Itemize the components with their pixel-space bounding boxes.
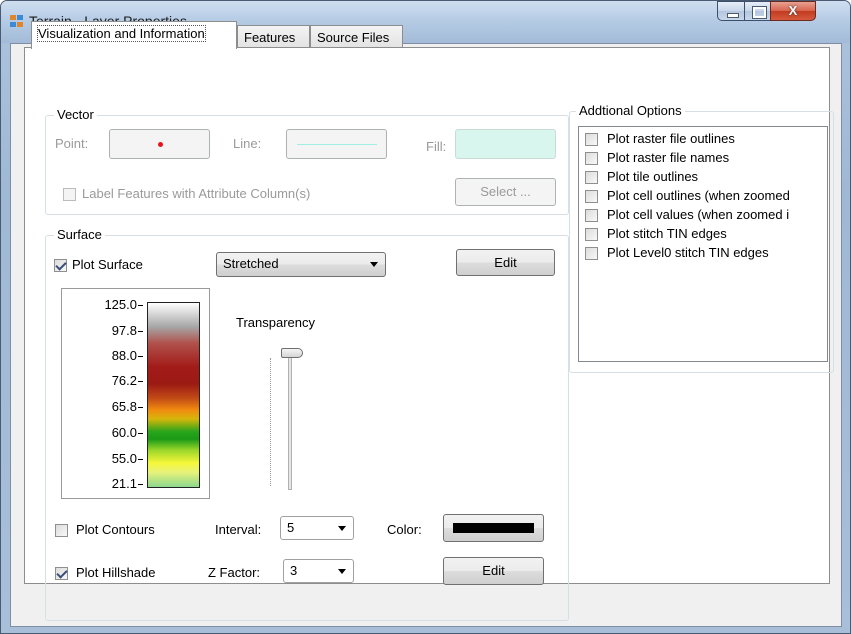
plot-hillshade-label: Plot Hillshade	[76, 565, 156, 580]
additional-options-list[interactable]: Plot raster file outlines Plot raster fil…	[578, 126, 828, 362]
vector-group-label: Vector	[54, 107, 97, 122]
plot-surface-label: Plot Surface	[72, 257, 143, 272]
transparency-label: Transparency	[236, 315, 315, 330]
line-label: Line:	[233, 136, 262, 151]
line-style-field[interactable]	[286, 129, 387, 159]
surface-edit-button[interactable]: Edit	[456, 249, 555, 276]
option-label: Plot tile outlines	[607, 169, 699, 184]
option-checkbox[interactable]	[585, 247, 598, 260]
legend-tick-label: 21.1	[69, 476, 143, 491]
option-label: Plot Level0 stitch TIN edges	[607, 245, 769, 260]
z-factor-label: Z Factor:	[208, 565, 261, 580]
surface-group-label: Surface	[54, 227, 105, 242]
interval-value: 5	[287, 520, 295, 535]
transparency-slider[interactable]	[267, 348, 307, 493]
legend-tick-label: 55.0	[69, 451, 143, 466]
color-ramp	[147, 302, 200, 488]
option-checkbox[interactable]	[585, 209, 598, 222]
slider-ticks	[270, 358, 272, 486]
option-label: Plot stitch TIN edges	[607, 226, 727, 241]
option-label: Plot cell values (when zoomed i	[607, 207, 790, 222]
fill-label: Fill:	[426, 139, 447, 154]
option-checkbox[interactable]	[585, 190, 598, 203]
chevron-down-icon	[338, 526, 346, 531]
option-label: Plot raster file outlines	[607, 131, 735, 146]
plot-contours-checkbox[interactable]	[55, 524, 68, 537]
label-features-checkbox[interactable]	[63, 188, 76, 201]
option-checkbox[interactable]	[585, 171, 598, 184]
legend-tick-label: 76.2	[69, 373, 143, 388]
contour-color-swatch	[453, 523, 534, 533]
chevron-down-icon	[370, 262, 378, 267]
chevron-down-icon	[338, 569, 346, 574]
slider-track	[288, 348, 292, 490]
label-features-label: Label Features with Attribute Column(s)	[82, 186, 311, 201]
z-factor-value: 3	[290, 563, 298, 578]
select-columns-button[interactable]: Select ...	[455, 178, 556, 206]
fill-style-field[interactable]	[455, 129, 556, 159]
point-style-field[interactable]	[109, 129, 210, 159]
option-label: Plot cell outlines (when zoomed	[607, 188, 790, 203]
additional-options-label: Addtional Options	[576, 103, 685, 118]
hillshade-edit-button[interactable]: Edit	[443, 557, 544, 585]
contour-color-button[interactable]	[443, 514, 544, 542]
color-label: Color:	[387, 522, 422, 537]
legend-tick-label: 65.8	[69, 399, 143, 414]
interval-dropdown[interactable]: 5	[280, 516, 354, 540]
stretch-mode-value: Stretched	[223, 256, 279, 271]
interval-label: Interval:	[215, 522, 262, 537]
plot-hillshade-checkbox[interactable]	[55, 567, 68, 580]
z-factor-dropdown[interactable]: 3	[283, 559, 354, 583]
legend-tick-label: 88.0	[69, 348, 143, 363]
slider-thumb[interactable]	[281, 348, 303, 358]
legend-tick-label: 97.8	[69, 323, 143, 338]
option-checkbox[interactable]	[585, 133, 598, 146]
point-label: Point:	[55, 136, 89, 151]
option-label: Plot raster file names	[607, 150, 730, 165]
option-checkbox[interactable]	[585, 228, 598, 241]
legend-tick-label: 125.0	[69, 297, 143, 312]
line-symbol	[297, 144, 377, 145]
point-symbol	[158, 142, 163, 147]
option-checkbox[interactable]	[585, 152, 598, 165]
plot-contours-label: Plot Contours	[76, 522, 155, 537]
plot-surface-checkbox[interactable]	[54, 259, 67, 272]
legend-tick-label: 60.0	[69, 425, 143, 440]
stretch-mode-dropdown[interactable]: Stretched	[216, 252, 386, 277]
